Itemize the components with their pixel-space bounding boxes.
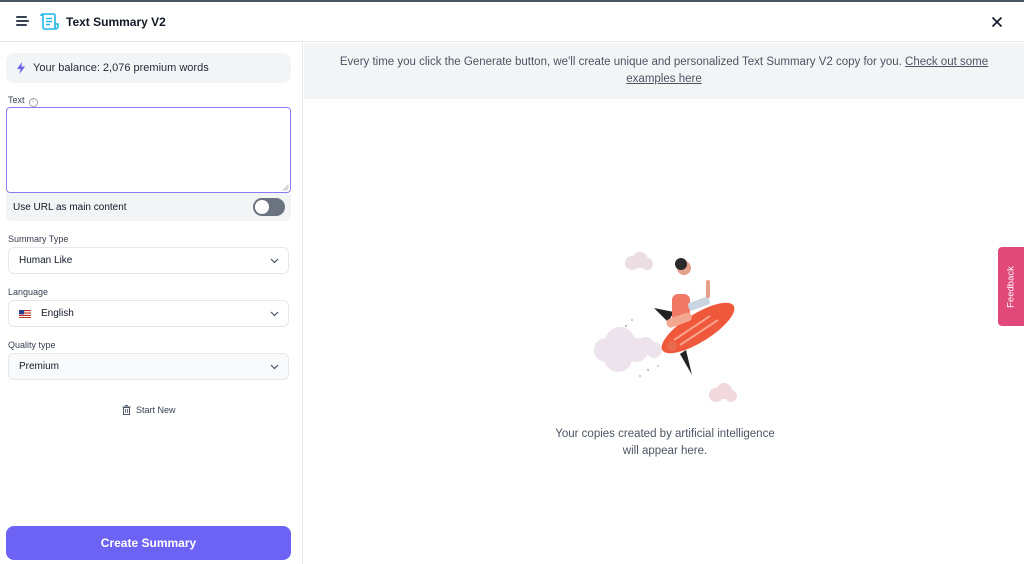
close-icon[interactable] [988, 13, 1006, 31]
start-new-label: Start New [136, 405, 176, 415]
feedback-tab[interactable]: Feedback [998, 247, 1024, 326]
balance-banner: Your balance: 2,076 premium words [6, 53, 291, 83]
notice-text: Every time you click the Generate button… [339, 56, 906, 68]
quality-type-label: Quality type [8, 340, 56, 350]
use-url-row: Use URL as main content [6, 193, 291, 221]
quality-type-select[interactable]: Premium [8, 353, 289, 380]
use-url-toggle[interactable] [253, 198, 285, 216]
lightning-bolt-icon [17, 62, 25, 74]
feedback-label: Feedback [1005, 265, 1017, 308]
toggle-knob [255, 200, 269, 214]
empty-state-line2: will appear here. [622, 445, 708, 457]
quality-type-value: Premium [19, 361, 60, 372]
cloud-bottom [709, 383, 737, 402]
summary-type-label: Summary Type [8, 234, 69, 244]
language-value: English [41, 308, 74, 319]
chevron-down-icon [270, 258, 279, 264]
empty-state-message: Your copies created by artificial intell… [520, 426, 810, 460]
language-label: Language [8, 287, 49, 297]
hamburger-menu-icon[interactable] [16, 15, 30, 27]
app-title: Text Summary V2 [66, 15, 166, 29]
cloud-top [625, 252, 653, 270]
chevron-down-icon [270, 364, 279, 370]
us-flag-icon [19, 309, 31, 318]
info-icon[interactable]: i [28, 98, 38, 107]
empty-state-line1: Your copies created by artificial intell… [555, 428, 775, 440]
language-select[interactable]: English [8, 300, 289, 327]
balance-text: Your balance: 2,076 premium words [33, 62, 209, 74]
scroll-document-icon [40, 13, 59, 30]
text-input[interactable] [6, 107, 291, 193]
trash-icon [122, 405, 131, 415]
cloud-left [594, 327, 662, 372]
summary-type-select[interactable]: Human Like [8, 247, 289, 274]
info-notice: Every time you click the Generate button… [304, 43, 1024, 99]
sidebar: Your balance: 2,076 premium words Text i … [0, 43, 303, 564]
start-new-button[interactable]: Start New [122, 405, 176, 415]
use-url-label: Use URL as main content [13, 201, 127, 213]
text-label-text: Text [8, 95, 25, 105]
chevron-down-icon [270, 311, 279, 317]
resize-grip-icon[interactable] [282, 184, 289, 191]
text-label: Text i [8, 95, 38, 107]
create-summary-button[interactable]: Create Summary [6, 526, 291, 560]
rocket-illustration [594, 252, 737, 402]
header-bar: Text Summary V2 [0, 2, 1024, 42]
summary-type-value: Human Like [19, 255, 73, 266]
